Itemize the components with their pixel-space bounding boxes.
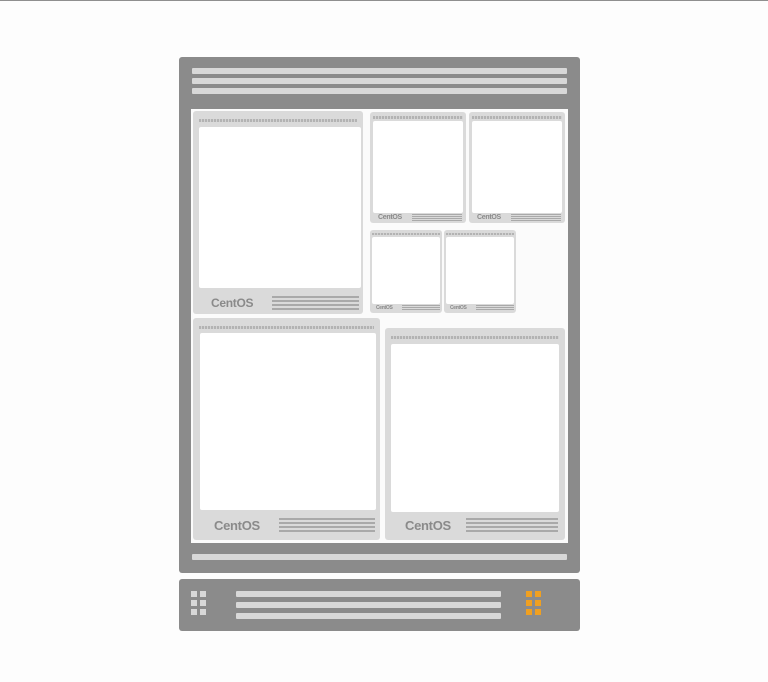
- rack-header-stripe: [192, 88, 567, 94]
- centos-logo: CentOS: [477, 214, 501, 221]
- centos-logo: CentOS: [211, 296, 254, 310]
- server-card-small: CentOS: [370, 112, 466, 223]
- card-vent: [446, 233, 514, 235]
- top-rule: [0, 0, 768, 1]
- server-card-large: CentOS: [193, 318, 380, 540]
- server-screen: [200, 333, 376, 510]
- grid-icon: [191, 591, 206, 615]
- server-rack: CentOS CentOS CentOS CentOS CentOS CentO…: [179, 57, 580, 573]
- card-status-lines: [476, 305, 514, 310]
- server-card-mini: CentOS: [370, 230, 442, 313]
- base-stripe: [236, 602, 501, 608]
- server-card-mini: CentOS: [444, 230, 516, 313]
- card-status-lines: [402, 305, 440, 310]
- base-stripe: [236, 613, 501, 619]
- card-vent: [472, 116, 562, 119]
- server-screen: [373, 121, 463, 213]
- centos-logo: CentOS: [214, 518, 260, 533]
- card-status-lines: [279, 518, 375, 532]
- card-vent: [199, 326, 374, 329]
- server-bay: CentOS CentOS CentOS CentOS CentOS CentO…: [191, 109, 568, 543]
- card-status-lines: [412, 214, 462, 221]
- centos-logo: CentOS: [376, 305, 393, 311]
- rack-footer-stripe: [192, 554, 567, 560]
- server-card-large: CentOS: [385, 328, 565, 540]
- card-status-lines: [466, 518, 558, 532]
- server-screen: [446, 237, 514, 304]
- centos-logo: CentOS: [378, 214, 402, 221]
- card-vent: [373, 116, 463, 119]
- centos-logo: CentOS: [405, 518, 451, 533]
- card-vent: [372, 233, 440, 235]
- card-vent: [199, 119, 357, 122]
- server-screen: [199, 127, 361, 288]
- base-stripe: [236, 591, 501, 597]
- server-card-small: CentOS: [469, 112, 565, 223]
- rack-base-unit: [179, 579, 580, 631]
- server-screen: [391, 344, 559, 512]
- server-card-large: CentOS: [193, 111, 363, 314]
- rack-header-stripe: [192, 78, 567, 84]
- server-screen: [372, 237, 440, 304]
- rack-header-stripe: [192, 68, 567, 74]
- server-screen: [472, 121, 562, 213]
- card-vent: [391, 336, 559, 339]
- card-status-lines: [511, 214, 561, 221]
- centos-logo: CentOS: [450, 305, 467, 311]
- grid-icon-active: [526, 591, 541, 615]
- card-status-lines: [272, 296, 359, 310]
